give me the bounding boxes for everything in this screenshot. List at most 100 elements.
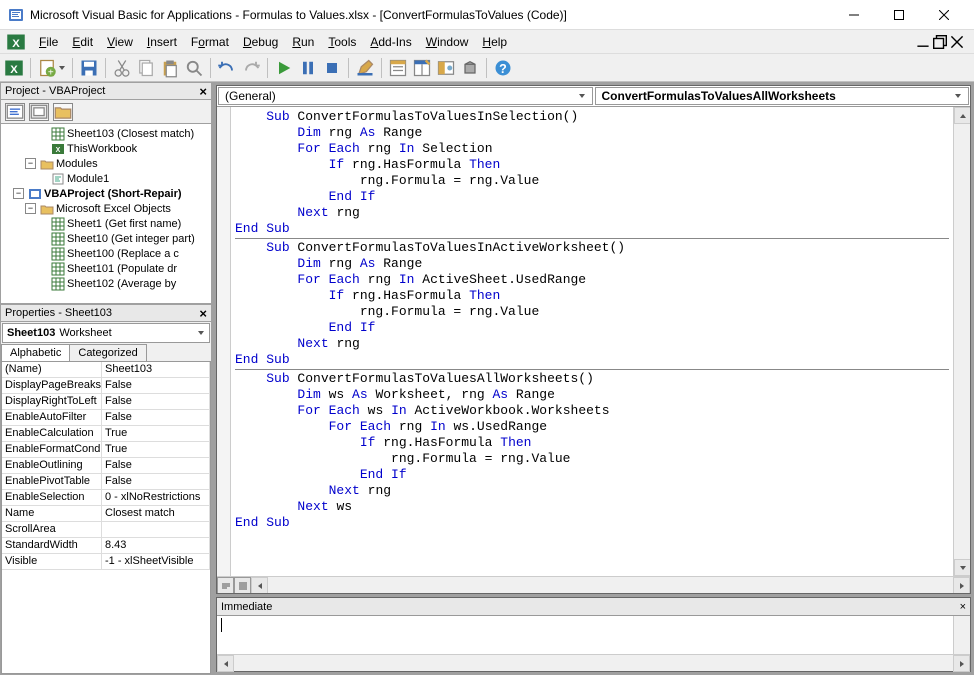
menu-edit[interactable]: Edit [65, 33, 100, 51]
horizontal-scrollbar[interactable] [234, 655, 953, 671]
properties-window-icon[interactable] [412, 58, 432, 78]
property-row[interactable]: Visible-1 - xlSheetVisible [2, 554, 210, 570]
code-editor[interactable]: Sub ConvertFormulasToValuesInSelection()… [231, 107, 953, 576]
reset-icon[interactable] [322, 58, 342, 78]
view-code-icon[interactable] [5, 103, 25, 121]
property-row[interactable]: NameClosest match [2, 506, 210, 522]
break-icon[interactable] [298, 58, 318, 78]
tree-expander-icon[interactable]: − [25, 158, 36, 169]
property-row[interactable]: StandardWidth8.43 [2, 538, 210, 554]
design-mode-icon[interactable] [355, 58, 375, 78]
menu-help[interactable]: Help [475, 33, 514, 51]
tree-item[interactable]: Sheet1 (Get first name) [1, 216, 211, 231]
tab-categorized[interactable]: Categorized [69, 344, 146, 361]
tree-item[interactable]: −Microsoft Excel Objects [1, 201, 211, 216]
scroll-down-icon[interactable] [954, 559, 970, 576]
property-row[interactable]: EnableFormatConditiTrue [2, 442, 210, 458]
scroll-left-icon[interactable] [217, 655, 234, 672]
toolbox-icon[interactable] [460, 58, 480, 78]
tree-item[interactable]: Sheet102 (Average by [1, 276, 211, 291]
property-row[interactable]: ScrollArea [2, 522, 210, 538]
insert-dropdown[interactable] [58, 64, 66, 72]
property-value[interactable] [102, 522, 210, 538]
immediate-header[interactable]: Immediate × [217, 598, 970, 616]
project-explorer-icon[interactable] [388, 58, 408, 78]
scroll-right-icon[interactable] [953, 577, 970, 594]
maximize-button[interactable] [876, 0, 921, 30]
vertical-scrollbar[interactable] [953, 107, 970, 576]
menu-view[interactable]: View [100, 33, 140, 51]
tree-expander-icon[interactable]: − [25, 203, 36, 214]
tree-item[interactable]: Sheet100 (Replace a c [1, 246, 211, 261]
menu-file[interactable]: File [32, 33, 65, 51]
tree-item[interactable]: Sheet103 (Closest match) [1, 126, 211, 141]
property-value[interactable]: True [102, 442, 210, 458]
mdi-close-button[interactable] [950, 35, 964, 49]
mdi-minimize-button[interactable] [916, 35, 930, 49]
immediate-input[interactable] [217, 616, 970, 654]
find-icon[interactable] [184, 58, 204, 78]
property-value[interactable]: Sheet103 [102, 362, 210, 378]
cut-icon[interactable] [112, 58, 132, 78]
close-button[interactable] [921, 0, 966, 30]
tab-alphabetic[interactable]: Alphabetic [1, 344, 70, 361]
property-row[interactable]: EnableSelection0 - xlNoRestrictions [2, 490, 210, 506]
procedure-view-icon[interactable] [217, 577, 234, 594]
property-row[interactable]: EnableAutoFilterFalse [2, 410, 210, 426]
property-value[interactable]: False [102, 410, 210, 426]
property-value[interactable]: True [102, 426, 210, 442]
redo-icon[interactable] [241, 58, 261, 78]
minimize-button[interactable] [831, 0, 876, 30]
horizontal-scrollbar[interactable] [268, 577, 953, 593]
menu-debug[interactable]: Debug [236, 33, 285, 51]
insert-icon[interactable]: + [37, 58, 57, 78]
tree-expander-icon[interactable]: − [13, 188, 24, 199]
property-value[interactable]: False [102, 458, 210, 474]
tree-item[interactable]: −Modules [1, 156, 211, 171]
tree-item[interactable]: XThisWorkbook [1, 141, 211, 156]
paste-icon[interactable] [160, 58, 180, 78]
code-object-selector[interactable]: (General) [218, 87, 593, 105]
menu-window[interactable]: Window [419, 33, 476, 51]
code-margin[interactable] [217, 107, 231, 576]
project-panel-header[interactable]: Project - VBAProject × [0, 82, 212, 100]
property-row[interactable]: EnableOutliningFalse [2, 458, 210, 474]
code-procedure-selector[interactable]: ConvertFormulasToValuesAllWorksheets [595, 87, 970, 105]
view-object-icon[interactable] [29, 103, 49, 121]
menu-add-ins[interactable]: Add-Ins [363, 33, 418, 51]
tree-item[interactable]: Sheet101 (Populate dr [1, 261, 211, 276]
property-row[interactable]: DisplayRightToLeftFalse [2, 394, 210, 410]
tree-item[interactable]: Sheet10 (Get integer part) [1, 231, 211, 246]
scroll-left-icon[interactable] [251, 577, 268, 594]
immediate-close-icon[interactable]: × [960, 601, 966, 613]
properties-panel-close-icon[interactable]: × [199, 306, 207, 321]
full-module-view-icon[interactable] [234, 577, 251, 594]
menu-run[interactable]: Run [285, 33, 321, 51]
toggle-folders-icon[interactable] [53, 103, 73, 121]
view-excel-icon[interactable]: X [4, 58, 24, 78]
object-browser-icon[interactable] [436, 58, 456, 78]
vertical-scrollbar[interactable] [953, 616, 970, 654]
property-value[interactable]: 8.43 [102, 538, 210, 554]
tree-item[interactable]: −VBAProject (Short-Repair) [1, 186, 211, 201]
property-value[interactable]: Closest match [102, 506, 210, 522]
copy-icon[interactable] [136, 58, 156, 78]
properties-panel-header[interactable]: Properties - Sheet103 × [0, 304, 212, 322]
scroll-right-icon[interactable] [953, 655, 970, 672]
property-row[interactable]: (Name)Sheet103 [2, 362, 210, 378]
tree-item[interactable]: Module1 [1, 171, 211, 186]
menu-format[interactable]: Format [184, 33, 236, 51]
undo-icon[interactable] [217, 58, 237, 78]
property-row[interactable]: EnableCalculationTrue [2, 426, 210, 442]
menu-tools[interactable]: Tools [321, 33, 363, 51]
property-value[interactable]: 0 - xlNoRestrictions [102, 490, 210, 506]
properties-grid[interactable]: (Name)Sheet103DisplayPageBreaksFalseDisp… [1, 362, 211, 674]
mdi-restore-button[interactable] [933, 35, 947, 49]
help-icon[interactable]: ? [493, 58, 513, 78]
property-row[interactable]: DisplayPageBreaksFalse [2, 378, 210, 394]
property-row[interactable]: EnablePivotTableFalse [2, 474, 210, 490]
property-value[interactable]: False [102, 378, 210, 394]
run-icon[interactable] [274, 58, 294, 78]
property-value[interactable]: -1 - xlSheetVisible [102, 554, 210, 570]
menu-insert[interactable]: Insert [140, 33, 184, 51]
